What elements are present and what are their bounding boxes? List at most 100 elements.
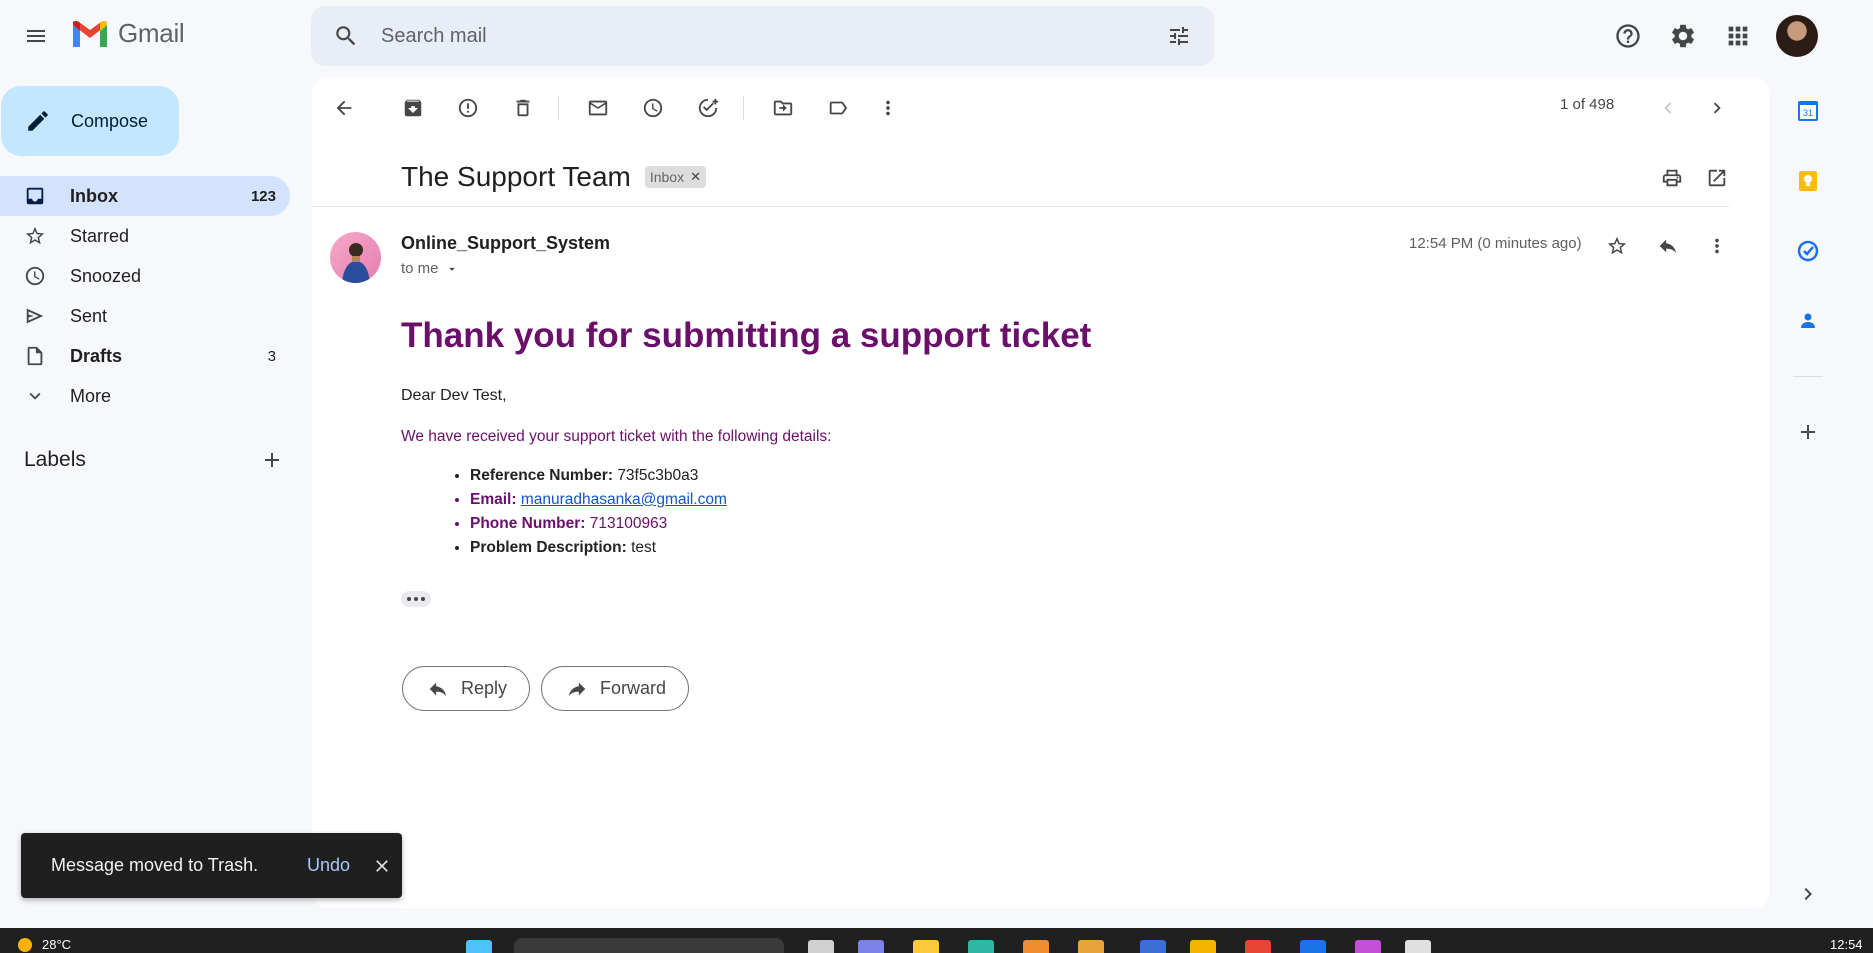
star-button[interactable] <box>1597 226 1637 266</box>
sender-name[interactable]: Online_Support_System <box>401 233 610 254</box>
snackbar-message: Message moved to Trash. <box>51 855 259 875</box>
create-label-button[interactable] <box>260 448 284 472</box>
sidebar-item-label: Inbox <box>70 185 118 206</box>
labels-heading: Labels <box>24 448 86 471</box>
compose-button[interactable]: Compose <box>1 86 179 156</box>
print-icon <box>1662 169 1682 187</box>
report-spam-button[interactable] <box>448 88 488 128</box>
remove-label-icon[interactable]: ✕ <box>690 169 701 185</box>
undo-button[interactable]: Undo <box>307 855 350 876</box>
start-button[interactable] <box>466 940 492 953</box>
open-new-window-button[interactable] <box>1697 158 1737 198</box>
email-greeting: Dear Dev Test, <box>401 387 507 404</box>
back-button[interactable] <box>324 88 364 128</box>
mark-unread-button[interactable] <box>578 88 618 128</box>
draft-icon <box>27 346 43 366</box>
open-in-new-icon <box>1708 169 1726 187</box>
gmail-m-icon <box>73 20 107 47</box>
taskbar-edge-icon[interactable] <box>968 940 994 953</box>
sidebar-item-snoozed[interactable]: Snoozed <box>0 256 290 296</box>
taskbar-app-icon[interactable] <box>1355 940 1381 953</box>
sidebar-item-more[interactable]: More <box>0 376 290 416</box>
more-actions-button[interactable] <box>868 88 908 128</box>
get-addons-button[interactable] <box>1788 412 1828 452</box>
report-icon <box>458 98 478 118</box>
taskbar-app-icon[interactable] <box>858 940 884 953</box>
move-to-button[interactable] <box>763 88 803 128</box>
forward-label: Forward <box>600 678 667 698</box>
email-subject: The Support Team <box>401 161 631 192</box>
label-icon <box>829 101 848 115</box>
reply-button[interactable]: Reply <box>402 666 531 711</box>
forward-button[interactable]: Forward <box>541 666 690 711</box>
sidebar-item-label: More <box>70 385 112 406</box>
account-avatar[interactable] <box>1776 15 1818 57</box>
archive-icon <box>404 99 422 117</box>
close-snackbar-button[interactable] <box>372 856 392 876</box>
calendar-icon: 31 <box>1798 101 1818 121</box>
chevron-right-icon <box>1713 102 1721 114</box>
gmail-logo[interactable]: Gmail <box>70 18 185 49</box>
send-icon <box>26 308 44 324</box>
add-to-tasks-button[interactable] <box>688 88 728 128</box>
show-trimmed-content-button[interactable] <box>401 591 431 607</box>
archive-button[interactable] <box>393 88 433 128</box>
google-apps-button[interactable] <box>1714 12 1762 60</box>
taskbar-search[interactable] <box>514 938 784 953</box>
unread-count: 123 <box>250 187 276 205</box>
app-name: Gmail <box>118 18 185 48</box>
taskbar-folder-icon[interactable] <box>913 940 939 953</box>
labels-button[interactable] <box>818 88 858 128</box>
reply-icon-button[interactable] <box>1648 226 1688 266</box>
taskbar-app-icon[interactable] <box>1140 940 1166 953</box>
snooze-button[interactable] <box>633 88 673 128</box>
email-timestamp: 12:54 PM (0 minutes ago) <box>1409 235 1582 252</box>
search-bar[interactable] <box>311 6 1214 66</box>
star-icon <box>25 226 45 245</box>
sidebar-item-sent[interactable]: Sent <box>0 296 290 336</box>
tasks-check-icon <box>1797 240 1819 262</box>
sidebar-item-starred[interactable]: Starred <box>0 216 290 256</box>
delete-button[interactable] <box>503 88 543 128</box>
recipient-text: to me <box>401 260 439 277</box>
taskbar-app-icon[interactable] <box>1190 940 1216 953</box>
message-more-button[interactable] <box>1697 226 1737 266</box>
email-link[interactable]: manuradhasanka@gmail.com <box>521 491 727 508</box>
newer-button[interactable] <box>1648 88 1688 128</box>
contacts-app-button[interactable] <box>1788 301 1828 341</box>
weather-widget[interactable]: 28°C <box>18 937 71 952</box>
inbox-icon <box>26 187 44 205</box>
taskbar-chrome-icon[interactable] <box>1245 940 1271 953</box>
temperature: 28°C <box>42 937 72 952</box>
clock-icon <box>643 98 663 118</box>
search-button[interactable] <box>311 6 381 66</box>
settings-button[interactable] <box>1659 12 1707 60</box>
taskbar-app-icon[interactable] <box>808 940 834 953</box>
mail-icon <box>588 100 608 116</box>
taskbar-app-icon[interactable] <box>1405 940 1431 953</box>
toolbar-divider <box>743 96 744 120</box>
plus-icon <box>265 453 279 467</box>
show-side-panel-button[interactable] <box>1788 874 1828 914</box>
subject-row: The Support Team Inbox ✕ <box>401 161 706 193</box>
sender-avatar[interactable] <box>330 232 381 283</box>
recipient-details[interactable]: to me <box>401 260 459 277</box>
support-button[interactable] <box>1604 12 1652 60</box>
main-menu-button[interactable] <box>12 12 60 60</box>
sidebar-item-inbox[interactable]: Inbox 123 <box>0 176 290 216</box>
calendar-app-button[interactable]: 31 <box>1788 91 1828 131</box>
search-input[interactable] <box>381 24 1144 48</box>
taskbar-app-icon[interactable] <box>1078 940 1104 953</box>
keep-app-button[interactable] <box>1788 161 1828 201</box>
label-chip-text: Inbox <box>649 169 685 185</box>
older-button[interactable] <box>1697 88 1737 128</box>
search-options-button[interactable] <box>1144 6 1214 66</box>
gear-icon <box>1672 24 1694 48</box>
taskbar-app-icon[interactable] <box>1300 940 1326 953</box>
ticket-details-list: Reference Number: 73f5c3b0a3 Email: manu… <box>470 467 727 563</box>
tasks-app-button[interactable] <box>1788 231 1828 271</box>
sidebar-item-drafts[interactable]: Drafts 3 <box>0 336 290 376</box>
taskbar-app-icon[interactable] <box>1023 940 1049 953</box>
print-button[interactable] <box>1652 158 1692 198</box>
reply-icon <box>1659 239 1677 254</box>
